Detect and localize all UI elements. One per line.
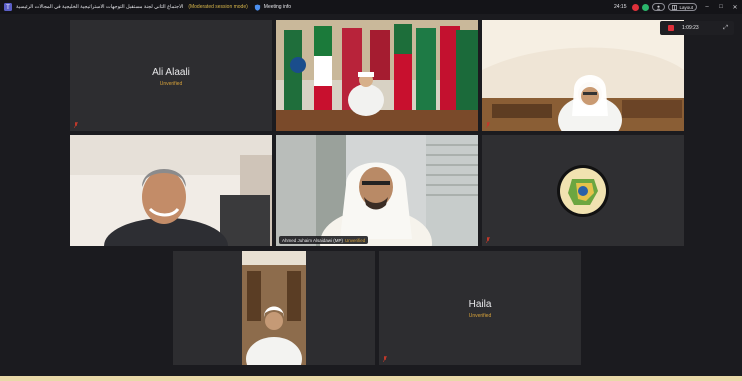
participant-name: Haila <box>468 299 492 310</box>
gcc-logo-image <box>482 135 684 246</box>
minimize-button[interactable]: – <box>700 4 714 10</box>
recording-time: 1:09:23 <box>682 25 699 31</box>
svg-text:T: T <box>6 5 10 11</box>
participant-name-chip: Ahmed Juhaim Alsaidawi (MP) Unverified <box>279 236 369 244</box>
shield-icon[interactable] <box>254 3 261 11</box>
video-feed-ahmed <box>276 135 478 246</box>
title-bar-controls: 24:15 Layout – □ ✕ <box>614 0 742 14</box>
title-bar: T الاجتماع الثاني لجنة مستقبل التوجهات ا… <box>0 0 742 14</box>
participant-tile-smiling[interactable] <box>70 135 272 246</box>
meeting-window: T الاجتماع الثاني لجنة مستقبل التوجهات ا… <box>0 0 742 376</box>
minimize-recording-icon[interactable]: ⤢ <box>723 25 728 32</box>
video-feed-smiling <box>70 135 272 246</box>
mic-muted-icon <box>383 356 387 362</box>
participant-status: Unverified <box>345 237 366 243</box>
participant-tile-ahmed[interactable]: Ahmed Juhaim Alsaidawi (MP) Unverified <box>276 135 478 246</box>
video-feed-top-right <box>482 20 684 131</box>
participants-chip[interactable] <box>652 3 666 11</box>
participant-tile-gcc-logo[interactable] <box>482 135 684 246</box>
meeting-title: الاجتماع الثاني لجنة مستقبل التوجهات الا… <box>16 4 184 10</box>
maximize-button[interactable]: □ <box>714 4 728 10</box>
video-feed-office <box>173 251 375 365</box>
record-icon <box>668 25 674 31</box>
mic-muted-icon <box>486 122 490 128</box>
layout-label: Layout <box>679 4 693 10</box>
participant-name: Ahmed Juhaim Alsaidawi (MP) <box>282 237 344 243</box>
leave-indicator-icon[interactable] <box>632 3 640 11</box>
camera-status-icon[interactable] <box>642 3 650 11</box>
layout-icon <box>672 4 678 10</box>
people-icon <box>657 5 661 10</box>
meeting-info-link[interactable]: Meeting info <box>264 4 291 10</box>
moderated-mode-label: (Moderated session mode) <box>188 4 248 10</box>
mic-muted-icon <box>486 237 490 243</box>
participant-tile-ali[interactable]: Ali Alaali Unverified <box>70 20 272 131</box>
recording-indicator[interactable]: 1:09:23 ⤢ <box>660 21 734 35</box>
participant-tile-haila[interactable]: Haila Unverified <box>379 251 581 365</box>
participant-tile-top-right[interactable] <box>482 20 684 131</box>
mic-muted-icon <box>74 122 78 128</box>
participant-tile-chair[interactable] <box>276 20 478 131</box>
app-logo-icon: T <box>4 3 12 11</box>
participant-name: Ali Alaali <box>152 67 190 78</box>
layout-button[interactable]: Layout <box>668 3 697 11</box>
meeting-timer: 24:15 <box>613 4 627 10</box>
participant-status: Unverified <box>468 313 492 319</box>
participant-tile-office[interactable] <box>173 251 375 365</box>
close-button[interactable]: ✕ <box>728 4 742 11</box>
video-feed-chair <box>276 20 478 131</box>
participant-status: Unverified <box>159 81 183 87</box>
